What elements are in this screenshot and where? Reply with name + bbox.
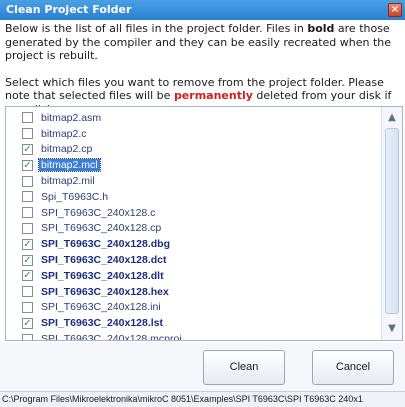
file-checkbox[interactable] <box>22 301 33 313</box>
file-checkbox[interactable]: ✓ <box>22 270 33 282</box>
file-checkbox[interactable] <box>22 128 33 140</box>
file-row[interactable]: ✓ SPI_T6963C_240x128.dbg <box>10 236 382 252</box>
file-checkbox[interactable] <box>22 333 33 340</box>
scrollbar-thumb[interactable] <box>385 128 399 314</box>
file-row[interactable]: bitmap2.mil <box>10 173 382 189</box>
file-row[interactable]: ✓ SPI_T6963C_240x128.dlt <box>10 268 382 284</box>
file-name: bitmap2.c <box>41 127 87 140</box>
file-name: bitmap2.cp <box>41 143 93 156</box>
bold-keyword: bold <box>307 22 335 35</box>
file-name: bitmap2.mil <box>41 175 95 188</box>
description-paragraph-1: Below is the list of all files in the pr… <box>5 22 401 63</box>
title-bar: Clean Project Folder × <box>0 0 405 20</box>
file-list: bitmap2.asm bitmap2.c ✓ bitmap2.cp ✓ bitmap2.… <box>10 110 382 341</box>
file-checkbox[interactable] <box>22 286 33 298</box>
vertical-scrollbar[interactable]: ▲ ▼ <box>381 107 402 340</box>
file-name: SPI_T6963C_240x128.cp <box>41 222 162 235</box>
file-name: SPI_T6963C_240x128.ini <box>41 301 161 314</box>
file-list-box[interactable]: bitmap2.asm bitmap2.c ✓ bitmap2.cp ✓ bitmap2.… <box>5 106 403 341</box>
file-row[interactable]: SPI_T6963C_240x128.cp <box>10 221 382 237</box>
file-row[interactable]: SPI_T6963C_240x128.hex <box>10 284 382 300</box>
file-checkbox[interactable]: ✓ <box>22 159 33 171</box>
file-name: SPI_T6963C_240x128.dlt <box>41 269 164 282</box>
description-text-part: Below is the list of all files in the pr… <box>5 22 308 35</box>
file-checkbox[interactable] <box>22 222 33 234</box>
project-path: C:\Program Files\Mikroelektronika\mikroC… <box>2 394 363 404</box>
description-text: Below is the list of all files in the pr… <box>5 22 401 116</box>
file-checkbox[interactable] <box>22 191 33 203</box>
permanently-warning: permanently <box>173 89 253 102</box>
file-checkbox[interactable]: ✓ <box>22 317 33 329</box>
file-name: SPI_T6963C_240x128.c <box>41 206 156 219</box>
file-checkbox[interactable] <box>22 112 33 124</box>
window-title: Clean Project Folder <box>6 3 132 16</box>
file-name: bitmap2.mcl <box>38 158 101 173</box>
file-checkbox[interactable] <box>22 207 33 219</box>
clean-button[interactable]: Clean <box>203 350 285 385</box>
status-bar: C:\Program Files\Mikroelektronika\mikroC… <box>0 391 405 407</box>
file-name: bitmap2.asm <box>41 111 102 124</box>
cancel-button[interactable]: Cancel <box>312 350 394 385</box>
file-row[interactable]: Spi_T6963C.h <box>10 189 382 205</box>
close-icon[interactable]: × <box>388 3 402 17</box>
file-row[interactable]: ✓ bitmap2.mcl <box>10 157 382 173</box>
file-row[interactable]: SPI_T6963C_240x128.ini <box>10 300 382 316</box>
file-row[interactable]: bitmap2.asm <box>10 110 382 126</box>
scroll-up-icon[interactable]: ▲ <box>384 110 400 126</box>
file-row[interactable]: ✓ SPI_T6963C_240x128.dct <box>10 252 382 268</box>
file-row[interactable]: SPI_T6963C_240x128.mcproj <box>10 331 382 341</box>
file-checkbox[interactable] <box>22 175 33 187</box>
file-checkbox[interactable]: ✓ <box>22 143 33 155</box>
file-name: Spi_T6963C.h <box>41 190 109 203</box>
file-checkbox[interactable]: ✓ <box>22 238 33 250</box>
file-name: SPI_T6963C_240x128.dct <box>41 254 167 267</box>
scroll-down-icon[interactable]: ▼ <box>384 321 400 337</box>
file-row[interactable]: ✓ SPI_T6963C_240x128.lst <box>10 315 382 331</box>
file-name: SPI_T6963C_240x128.mcproj <box>41 333 182 341</box>
file-name: SPI_T6963C_240x128.lst <box>41 317 164 330</box>
clean-project-folder-dialog: Clean Project Folder × Below is the list… <box>0 0 405 407</box>
file-row[interactable]: bitmap2.c <box>10 126 382 142</box>
file-row[interactable]: ✓ bitmap2.cp <box>10 142 382 158</box>
file-checkbox[interactable]: ✓ <box>22 254 33 266</box>
button-bar: Clean Cancel <box>0 343 405 391</box>
file-name: SPI_T6963C_240x128.dbg <box>41 238 170 251</box>
file-name: SPI_T6963C_240x128.hex <box>41 285 169 298</box>
file-row[interactable]: SPI_T6963C_240x128.c <box>10 205 382 221</box>
